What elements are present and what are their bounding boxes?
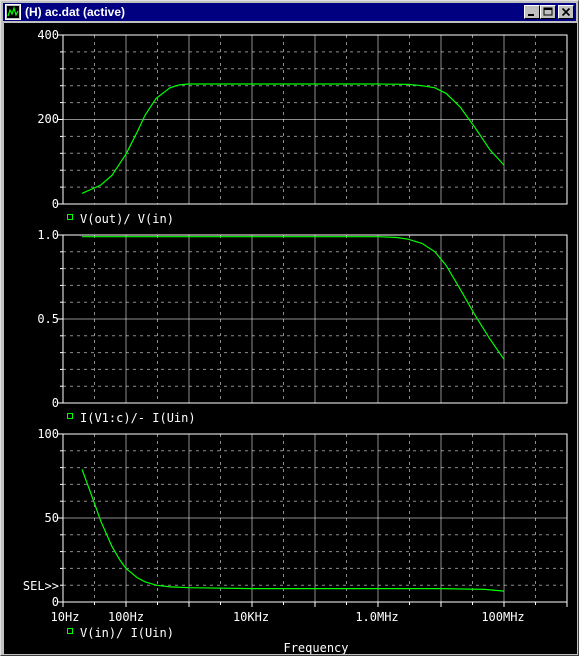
legend-marker-icon [67,413,73,419]
y-tick-label: 0 [52,595,59,609]
plot-frames [57,34,568,607]
waveform-app-icon [5,4,21,20]
plot-area[interactable]: 400 200 0 V(out)/ V(in) 1.0 0.5 0 I(V1:c… [4,23,577,654]
close-button[interactable] [558,5,574,19]
maximize-button[interactable] [540,5,556,19]
window-title: (H) ac.dat (active) [25,5,126,19]
title-bar[interactable]: (H) ac.dat (active) [3,3,576,21]
y-tick-label: 100 [37,427,59,441]
x-tick-label: 100MHz [481,610,524,624]
plot-canvas: 400 200 0 V(out)/ V(in) 1.0 0.5 0 I(V1:c… [23,28,568,654]
minimize-button[interactable] [524,5,540,19]
legend-marker-icon [67,628,73,634]
probe-window: (H) ac.dat (active) 400 200 0 V(out)/ V(… [0,0,579,656]
minimize-icon [528,14,534,16]
legend-label: I(V1:c)/- I(Uin) [80,411,196,425]
axis-labels: 400 200 0 V(out)/ V(in) 1.0 0.5 0 I(V1:c… [23,28,525,654]
y-tick-label: 200 [37,112,59,126]
maximize-icon [543,7,553,16]
x-tick-label: 10KHz [233,610,269,624]
y-tick-label: 50 [45,511,59,525]
legend-marker-icon [67,214,73,220]
legend-markers [67,214,73,634]
x-tick-label: 1.0MHz [355,610,398,624]
legend-label: V(out)/ V(in) [80,212,174,226]
y-tick-label: 0.5 [37,312,59,326]
grid-lines [63,35,567,602]
y-tick-label: 0 [52,197,59,211]
y-tick-label: 1.0 [37,228,59,242]
sel-marker: SEL>> [23,579,59,593]
close-icon [561,7,571,17]
x-axis-title: Frequency [283,641,348,654]
x-tick-label: 10Hz [51,610,80,624]
legend-label: V(in)/ I(Uin) [80,626,174,640]
y-tick-label: 400 [37,28,59,42]
y-tick-label: 0 [52,396,59,410]
x-tick-label: 100Hz [108,610,144,624]
